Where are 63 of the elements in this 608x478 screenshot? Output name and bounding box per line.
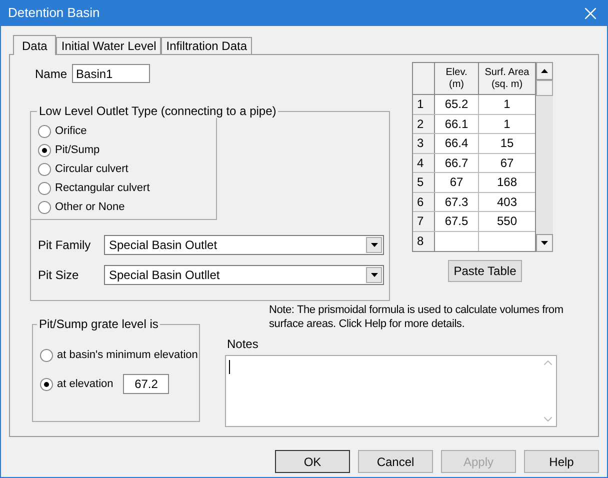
scroll-down-icon[interactable] bbox=[536, 234, 553, 252]
table-cell: 65.2 bbox=[435, 95, 479, 114]
dialog-button[interactable]: OK bbox=[275, 450, 350, 473]
table-cell: 67 bbox=[435, 173, 479, 192]
table-cell-text: 1 bbox=[502, 116, 512, 133]
table-cell-text: 1 bbox=[502, 96, 512, 114]
field-label: Pit Family bbox=[38, 237, 92, 254]
table-cell: 66.7 bbox=[435, 154, 479, 172]
close-icon[interactable] bbox=[585, 8, 596, 18]
radio-label: Pit/Sump bbox=[55, 142, 100, 158]
radio-label: Other or None bbox=[55, 200, 125, 215]
scroll-up-icon[interactable] bbox=[536, 62, 553, 80]
dropdown[interactable]: Special Basin Outllet bbox=[104, 265, 384, 285]
tab[interactable]: Data bbox=[13, 35, 56, 55]
field-label: Pit Size bbox=[38, 267, 80, 284]
scrollbar[interactable] bbox=[536, 62, 553, 252]
row-number: 7 bbox=[413, 212, 435, 230]
group-legend: Low Level Outlet Type (connecting to a pipe) bbox=[37, 104, 278, 118]
column-header: Surf. Area (sq. m) bbox=[484, 66, 530, 92]
paste-table-button[interactable]: Paste Table bbox=[448, 260, 522, 282]
radio-button[interactable] bbox=[38, 144, 51, 156]
notes-label: Notes bbox=[227, 336, 260, 353]
radio-button[interactable] bbox=[38, 124, 51, 138]
table-cell-text: 15 bbox=[499, 135, 515, 152]
radio-button[interactable] bbox=[38, 162, 51, 176]
row-number: 4 bbox=[413, 154, 435, 172]
table-cell-text: 550 bbox=[496, 213, 518, 230]
notes-field[interactable] bbox=[225, 355, 557, 427]
radio-button[interactable] bbox=[40, 378, 53, 390]
elevation-field[interactable]: 67.2 bbox=[123, 374, 170, 394]
table-cell: 67.5 bbox=[435, 212, 479, 230]
field-label: Name bbox=[35, 66, 68, 82]
table-cell: 67.3 bbox=[435, 192, 479, 211]
tab[interactable]: Initial Water Level bbox=[56, 37, 162, 54]
dialog-button[interactable]: Cancel bbox=[358, 450, 433, 473]
radio-label: Orifice bbox=[55, 124, 87, 139]
radio-button[interactable] bbox=[38, 182, 51, 194]
row-number: 2 bbox=[413, 114, 435, 133]
row-number: 6 bbox=[413, 192, 435, 211]
note-text: Note: The prismoidal formula is used to calculate volumes from surface areas. Click Help for more details. bbox=[269, 303, 564, 331]
row-number: 3 bbox=[413, 134, 435, 152]
radio-label: at basin's minimum elevation bbox=[57, 348, 198, 363]
table-cell-text: 403 bbox=[496, 194, 518, 211]
radio-label: at elevation bbox=[57, 376, 114, 392]
column-header: Elev. (m) bbox=[435, 63, 479, 94]
name-field[interactable]: Basin1 bbox=[72, 64, 150, 83]
radio-button[interactable] bbox=[38, 200, 51, 214]
table-cell: 66.1 bbox=[435, 114, 479, 133]
row-number: 1 bbox=[413, 95, 435, 114]
row-number: 5 bbox=[413, 173, 435, 192]
dropdown[interactable]: Special Basin Outlet bbox=[104, 235, 384, 255]
dialog-button[interactable]: Help bbox=[524, 450, 599, 473]
table-cell-text: 168 bbox=[496, 174, 518, 192]
row-number: 8 bbox=[413, 232, 435, 251]
radio-label: Circular culvert bbox=[55, 162, 128, 177]
scroll-thumb[interactable] bbox=[536, 80, 553, 96]
group-legend: Pit/Sump grate level is bbox=[37, 317, 160, 331]
table-cell: 66.4 bbox=[435, 134, 479, 152]
window-title: Detention Basin bbox=[8, 4, 100, 22]
radio-button[interactable] bbox=[40, 348, 53, 362]
radio-label: Rectangular culvert bbox=[55, 180, 150, 196]
table-cell-text: 67 bbox=[499, 154, 515, 172]
tab[interactable]: Infiltration Data bbox=[161, 37, 252, 54]
